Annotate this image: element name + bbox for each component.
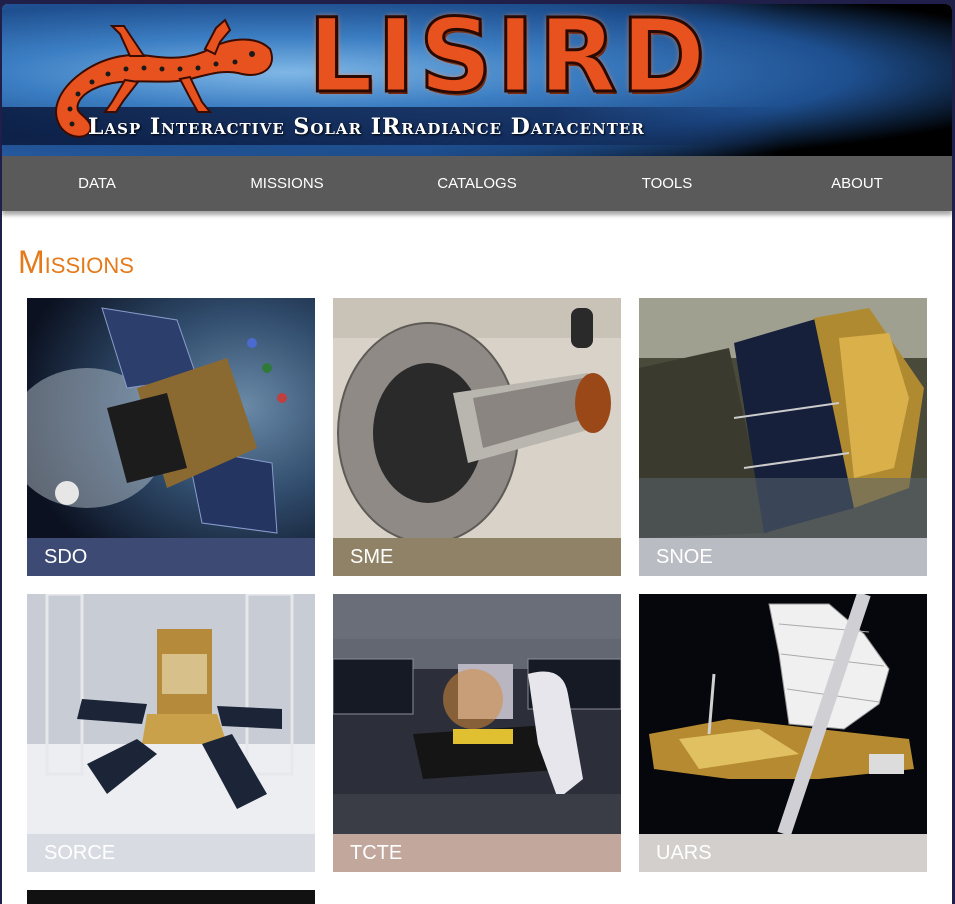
main-nav: DATA MISSIONS CATALOGS TOOLS ABOUT — [2, 156, 952, 211]
mission-card-sme[interactable]: SME — [333, 298, 621, 576]
mission-card-uars[interactable]: UARS — [639, 594, 927, 872]
nav-item-about[interactable]: ABOUT — [762, 156, 952, 211]
uars-satellite-image — [639, 594, 927, 834]
nav-item-missions[interactable]: MISSIONS — [192, 156, 382, 211]
nav-item-tools[interactable]: TOOLS — [572, 156, 762, 211]
sorce-satellite-image — [27, 594, 315, 834]
mission-caption: SORCE — [27, 834, 315, 872]
mission-caption: SME — [333, 538, 621, 576]
mission-card-sdo[interactable]: SDO — [27, 298, 315, 576]
sdo-satellite-image — [27, 298, 315, 538]
site-logo[interactable]: LISIRD — [307, 4, 710, 109]
mission-card-partial[interactable] — [27, 890, 315, 904]
mission-card-snoe[interactable]: SNOE — [639, 298, 927, 576]
page-title: Missions — [18, 244, 134, 280]
mission-caption: SNOE — [639, 538, 927, 576]
site-subtitle: Lasp Interactive Solar IRradiance Datace… — [88, 114, 645, 140]
sme-satellite-image — [333, 298, 621, 538]
page-frame: LISIRD Lasp Interactive Solar IRradiance… — [2, 4, 952, 904]
mission-caption: TCTE — [333, 834, 621, 872]
nav-item-catalogs[interactable]: CATALOGS — [382, 156, 572, 211]
header-banner: LISIRD Lasp Interactive Solar IRradiance… — [2, 4, 952, 156]
nav-item-data[interactable]: DATA — [2, 156, 192, 211]
snoe-satellite-image — [639, 298, 927, 538]
mission-card-sorce[interactable]: SORCE — [27, 594, 315, 872]
tcte-satellite-image — [333, 594, 621, 834]
mission-caption: UARS — [639, 834, 927, 872]
mission-caption: SDO — [27, 538, 315, 576]
mission-card-tcte[interactable]: TCTE — [333, 594, 621, 872]
